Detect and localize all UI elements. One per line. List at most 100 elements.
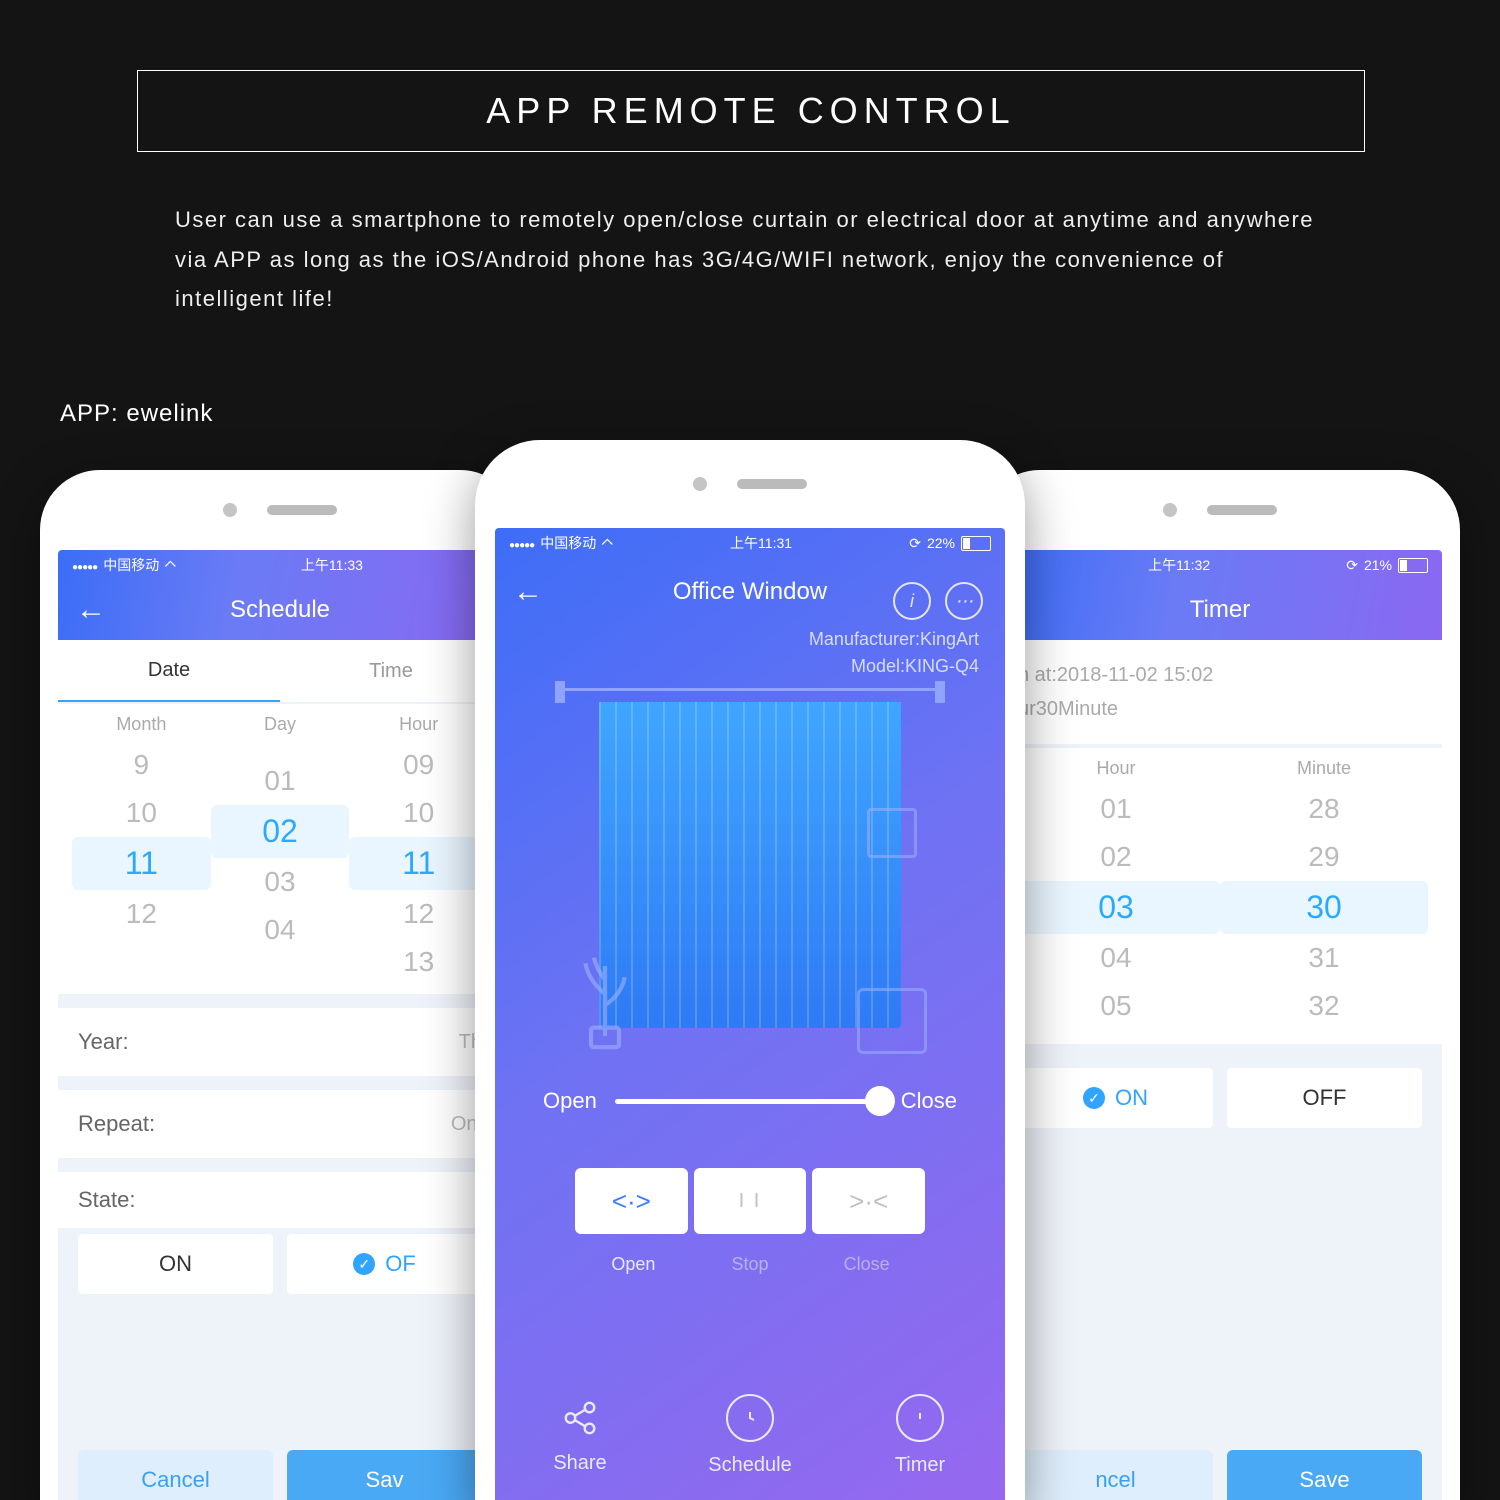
status-time: 上午11:32: [1148, 555, 1210, 575]
tab-schedule[interactable]: Schedule: [665, 1360, 835, 1500]
picker-minute[interactable]: Minute 28 29 30 31 32: [1220, 758, 1428, 1030]
picker-option[interactable]: [72, 938, 211, 954]
bottom-tabs: Share Schedule Timer: [495, 1360, 1005, 1500]
schedule-header: 中国移动 上午11:33 ← Schedule: [58, 550, 502, 640]
wifi-icon: [165, 557, 176, 574]
picker-option[interactable]: 03: [211, 858, 350, 906]
picker-option-selected[interactable]: 30: [1220, 881, 1428, 934]
wifi-icon: [602, 535, 613, 552]
slider-open-label: Open: [543, 1088, 597, 1114]
cancel-button[interactable]: ncel: [1018, 1450, 1213, 1500]
picker-option[interactable]: 12: [72, 890, 211, 938]
timer-duration-label: ur30Minute: [1018, 692, 1422, 726]
row-year[interactable]: Year:Th: [58, 1008, 502, 1076]
schedule-tabs: Date Time: [58, 640, 502, 702]
picker-option[interactable]: 01: [211, 757, 350, 805]
picker-option[interactable]: 28: [1220, 785, 1428, 833]
date-picker[interactable]: Month 9 10 11 12 Day 01 02 03: [58, 704, 502, 994]
signal-icon: [72, 557, 97, 573]
picker-option-selected[interactable]: 02: [211, 805, 350, 858]
picker-option[interactable]: 13: [349, 938, 488, 986]
carrier-label: 中国移动: [103, 555, 159, 575]
save-button[interactable]: Sav: [287, 1450, 482, 1500]
nav-row: Timer: [998, 580, 1442, 640]
speaker-slot: [1207, 505, 1277, 515]
state-onoff: ON ✓OF: [58, 1234, 502, 1294]
screen-device: 中国移动 上午11:31 ⟳22% ← Office Window i ⋯ Ma…: [495, 528, 1005, 1500]
control-buttons: <·> I I >·<: [575, 1168, 925, 1234]
picker-label: Month: [72, 714, 211, 735]
tab-time[interactable]: Time: [280, 640, 502, 702]
device-title: Office Window: [673, 578, 827, 606]
camera-dot: [693, 477, 707, 491]
row-state: State:: [58, 1172, 502, 1228]
picker-option[interactable]: 10: [349, 789, 488, 837]
battery-label: 22%: [927, 535, 955, 551]
picker-option-selected[interactable]: 03: [1012, 881, 1220, 934]
timer-onoff: ✓ON OFF: [998, 1068, 1442, 1128]
save-button[interactable]: Save: [1227, 1450, 1422, 1500]
picker-option[interactable]: 02: [1012, 833, 1220, 881]
picker-option[interactable]: 9: [72, 741, 211, 789]
slider-close-label: Close: [901, 1088, 957, 1114]
screen-timer: 上午11:32 ⟳21% Timer n at:2018-11-02 15:02…: [998, 550, 1442, 1500]
stop-label: Stop: [692, 1244, 809, 1275]
camera-dot: [1163, 503, 1177, 517]
phone-device: 中国移动 上午11:31 ⟳22% ← Office Window i ⋯ Ma…: [475, 440, 1025, 1500]
phone-timer: 上午11:32 ⟳21% Timer n at:2018-11-02 15:02…: [980, 470, 1460, 1500]
timer-header: 上午11:32 ⟳21% Timer: [998, 550, 1442, 640]
share-icon: [558, 1396, 602, 1440]
close-button[interactable]: >·<: [812, 1168, 925, 1234]
back-icon[interactable]: ←: [513, 577, 543, 607]
picker-option[interactable]: 10: [72, 789, 211, 837]
tab-label: Share: [553, 1452, 606, 1475]
picker-option-selected[interactable]: 11: [72, 837, 211, 890]
open-button[interactable]: <·>: [575, 1168, 688, 1234]
app-name-label: APP: ewelink: [60, 400, 213, 428]
timer-on-button[interactable]: ✓ON: [1018, 1068, 1213, 1128]
tab-date[interactable]: Date: [58, 640, 280, 702]
tab-timer[interactable]: Timer: [835, 1360, 1005, 1500]
picker-option[interactable]: 04: [211, 906, 350, 954]
status-bar: 中国移动 上午11:33: [58, 550, 502, 580]
picker-option[interactable]: 32: [1220, 982, 1428, 1030]
picker-option[interactable]: 31: [1220, 934, 1428, 982]
info-icon[interactable]: i: [893, 582, 931, 620]
dresser-icon: [857, 988, 927, 1054]
schedule-body: Date Time Month 9 10 11 12 D: [58, 640, 502, 1500]
picker-option-selected[interactable]: 11: [349, 837, 488, 890]
curtain-graphic: [555, 688, 945, 1048]
repeat-label: Repeat:: [78, 1111, 451, 1137]
picker-option[interactable]: 05: [1012, 982, 1220, 1030]
picker-month[interactable]: Month 9 10 11 12: [72, 714, 211, 986]
state-on-button[interactable]: ON: [78, 1234, 273, 1294]
slider-track[interactable]: [615, 1099, 883, 1104]
picker-option[interactable]: 09: [349, 741, 488, 789]
picker-option[interactable]: 29: [1220, 833, 1428, 881]
signal-icon: [509, 535, 534, 551]
row-repeat[interactable]: Repeat:Onl: [58, 1090, 502, 1158]
stop-button[interactable]: I I: [694, 1168, 807, 1234]
state-off-button[interactable]: ✓OF: [287, 1234, 482, 1294]
clock-icon: [726, 1394, 774, 1442]
curtain-slider[interactable]: Open Close: [543, 1088, 957, 1114]
timer-picker[interactable]: Hour 01 02 03 04 05 Minute 28 29 30: [998, 748, 1442, 1044]
tab-share[interactable]: Share: [495, 1360, 665, 1500]
speaker-slot: [267, 505, 337, 515]
picker-hour[interactable]: Hour 01 02 03 04 05: [1012, 758, 1220, 1030]
slider-thumb[interactable]: [865, 1086, 895, 1116]
more-icon[interactable]: ⋯: [945, 582, 983, 620]
cancel-button[interactable]: Cancel: [78, 1450, 273, 1500]
picker-option[interactable]: 04: [1012, 934, 1220, 982]
picker-option[interactable]: 12: [349, 890, 488, 938]
control-labels: Open Stop Close: [575, 1244, 925, 1275]
timer-off-button[interactable]: OFF: [1227, 1068, 1422, 1128]
back-icon[interactable]: ←: [76, 595, 106, 625]
picker-option[interactable]: 01: [1012, 785, 1220, 833]
on-label: ON: [159, 1251, 192, 1277]
picker-day[interactable]: Day 01 02 03 04: [211, 714, 350, 986]
tab-label: Schedule: [708, 1454, 791, 1477]
timer-at-label: n at:2018-11-02 15:02: [1018, 658, 1422, 692]
picker-option[interactable]: [211, 741, 350, 757]
picker-hour[interactable]: Hour 09 10 11 12 13: [349, 714, 488, 986]
